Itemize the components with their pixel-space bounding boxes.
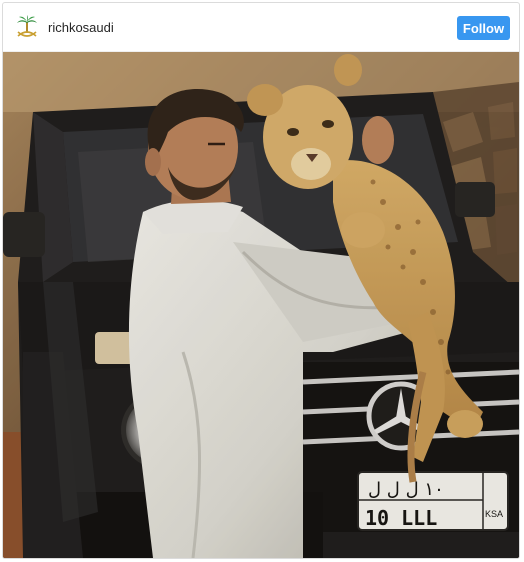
instagram-post-card: richkosaudi Follow ١٠ ل ل ل 10 LLL KSA <box>2 2 520 559</box>
username-link[interactable]: richkosaudi <box>48 20 114 35</box>
post-photo[interactable]: ١٠ ل ل ل 10 LLL KSA <box>3 52 519 558</box>
palm-swords-emblem-icon <box>17 15 37 37</box>
profile-avatar[interactable] <box>14 14 40 40</box>
post-image-illustration: ١٠ ل ل ل 10 LLL KSA <box>3 52 519 558</box>
follow-button[interactable]: Follow <box>457 16 510 40</box>
post-header: richkosaudi Follow <box>3 3 519 52</box>
